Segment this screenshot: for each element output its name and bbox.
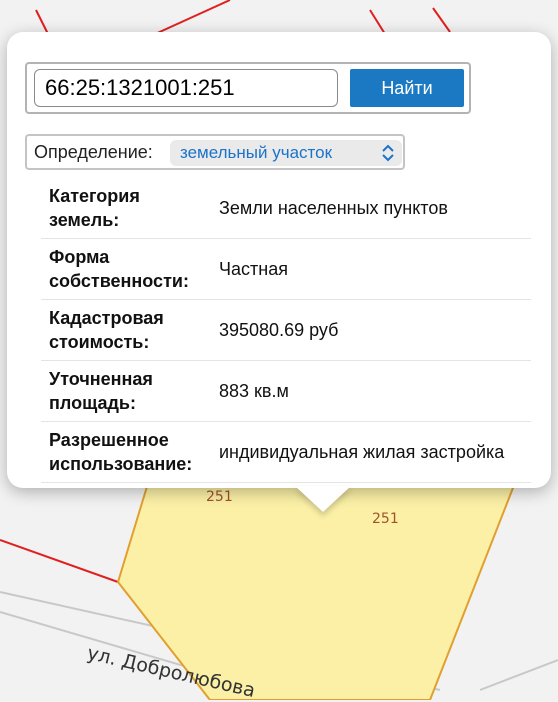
property-value: Земли населенных пунктов: [211, 178, 531, 239]
table-row: Уточненная площадь: 883 кв.м: [41, 360, 531, 422]
cadastral-number-input[interactable]: 66:25:1321001:251: [34, 69, 338, 107]
search-button[interactable]: Найти: [350, 69, 464, 107]
definition-selected-value: земельный участок: [180, 143, 333, 162]
property-value: Частная: [211, 238, 531, 300]
table-row: Кадастровая стоимость: 395080.69 руб: [41, 299, 531, 361]
search-bar: 66:25:1321001:251 Найти: [25, 62, 471, 114]
property-value: индивидуальная жилая застройка: [211, 421, 531, 483]
definition-label: Определение:: [34, 142, 153, 162]
property-key: Разрешенное использование:: [41, 421, 211, 483]
properties-table: Категория земель: Земли населенных пункт…: [41, 178, 531, 483]
table-row: Форма собственности: Частная: [41, 238, 531, 300]
property-key: Кадастровая стоимость:: [41, 299, 211, 361]
property-value: 395080.69 руб: [211, 299, 531, 361]
property-key: Уточненная площадь:: [41, 360, 211, 422]
definition-select[interactable]: земельный участок: [170, 140, 402, 166]
table-row: Категория земель: Земли населенных пункт…: [41, 178, 531, 239]
property-key: Форма собственности:: [41, 238, 211, 300]
definition-row: Определение: земельный участок: [25, 134, 405, 170]
parcel-label: 251: [206, 489, 233, 505]
parcel-info-popup: 66:25:1321001:251 Найти Определение: зем…: [7, 32, 551, 488]
table-row: Разрешенное использование: индивидуальна…: [41, 421, 531, 483]
property-key: Категория земель:: [41, 178, 211, 239]
property-value: 883 кв.м: [211, 360, 531, 422]
popup-pointer: [295, 486, 351, 512]
parcel-label: 251: [372, 511, 399, 527]
chevron-up-down-icon: [382, 144, 394, 162]
